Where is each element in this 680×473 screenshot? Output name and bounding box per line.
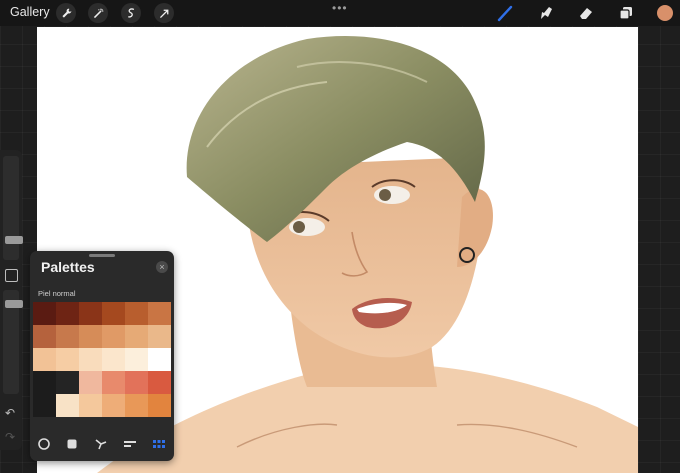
color-swatch[interactable] bbox=[148, 394, 171, 417]
color-swatch[interactable] bbox=[102, 371, 125, 394]
color-swatch[interactable] bbox=[148, 325, 171, 348]
color-swatch[interactable] bbox=[148, 348, 171, 371]
color-swatch[interactable] bbox=[56, 325, 79, 348]
top-toolbar: Gallery ••• bbox=[0, 0, 680, 26]
color-swatch[interactable] bbox=[125, 371, 148, 394]
palettes-title: Palettes bbox=[41, 259, 95, 275]
color-swatch[interactable] bbox=[33, 348, 56, 371]
color-swatch[interactable] bbox=[148, 302, 171, 325]
undo-button[interactable]: ↶ bbox=[5, 406, 15, 420]
color-swatch[interactable] bbox=[148, 371, 171, 394]
transform-icon[interactable] bbox=[154, 3, 174, 23]
gallery-button[interactable]: Gallery bbox=[10, 5, 50, 19]
selection-icon[interactable] bbox=[121, 3, 141, 23]
color-swatch[interactable] bbox=[125, 394, 148, 417]
color-swatch[interactable] bbox=[33, 302, 56, 325]
color-swatch[interactable] bbox=[56, 348, 79, 371]
color-swatch[interactable] bbox=[125, 348, 148, 371]
brush-size-slider[interactable] bbox=[3, 156, 23, 260]
layers-icon[interactable] bbox=[616, 4, 636, 22]
color-swatch[interactable] bbox=[56, 394, 79, 417]
value-icon[interactable] bbox=[121, 435, 139, 453]
color-swatch[interactable] bbox=[56, 371, 79, 394]
panel-grabber[interactable] bbox=[89, 254, 115, 257]
brush-size-thumb[interactable] bbox=[5, 236, 23, 244]
palettes-panel: Palettes × Piel normal bbox=[30, 251, 174, 461]
color-swatch[interactable] bbox=[79, 302, 102, 325]
color-swatch[interactable] bbox=[102, 325, 125, 348]
color-swatch[interactable] bbox=[79, 371, 102, 394]
color-swatch[interactable] bbox=[33, 325, 56, 348]
eraser-icon[interactable] bbox=[576, 4, 596, 22]
wrench-icon[interactable] bbox=[56, 3, 76, 23]
color-swatch[interactable] bbox=[33, 371, 56, 394]
color-swatch[interactable] bbox=[79, 348, 102, 371]
smudge-icon[interactable] bbox=[536, 4, 556, 22]
opacity-thumb[interactable] bbox=[5, 300, 23, 308]
color-swatch[interactable] bbox=[79, 394, 102, 417]
color-swatch[interactable] bbox=[102, 348, 125, 371]
color-swatch[interactable] bbox=[33, 394, 56, 417]
classic-icon[interactable] bbox=[63, 435, 81, 453]
color-swatch[interactable] bbox=[125, 325, 148, 348]
color-swatch[interactable] bbox=[125, 302, 148, 325]
swatch-grid bbox=[33, 302, 171, 417]
brush-icon[interactable] bbox=[495, 4, 515, 22]
opacity-slider[interactable] bbox=[3, 290, 23, 394]
palette-name: Piel normal bbox=[38, 289, 76, 298]
close-panel-button[interactable]: × bbox=[156, 261, 168, 273]
redo-button[interactable]: ↷ bbox=[5, 430, 15, 444]
left-sidebar: ↶ ↷ bbox=[0, 150, 23, 450]
modify-button[interactable] bbox=[5, 269, 18, 282]
color-mode-tabs bbox=[30, 433, 174, 455]
current-color-swatch[interactable] bbox=[657, 5, 673, 21]
color-swatch[interactable] bbox=[79, 325, 102, 348]
color-swatch[interactable] bbox=[102, 394, 125, 417]
harmony-icon[interactable] bbox=[92, 435, 110, 453]
more-options-dots[interactable]: ••• bbox=[332, 1, 348, 15]
magic-wand-icon[interactable] bbox=[88, 3, 108, 23]
color-swatch[interactable] bbox=[56, 302, 79, 325]
palettes-icon[interactable] bbox=[150, 435, 168, 453]
disc-icon[interactable] bbox=[35, 435, 53, 453]
color-swatch[interactable] bbox=[102, 302, 125, 325]
